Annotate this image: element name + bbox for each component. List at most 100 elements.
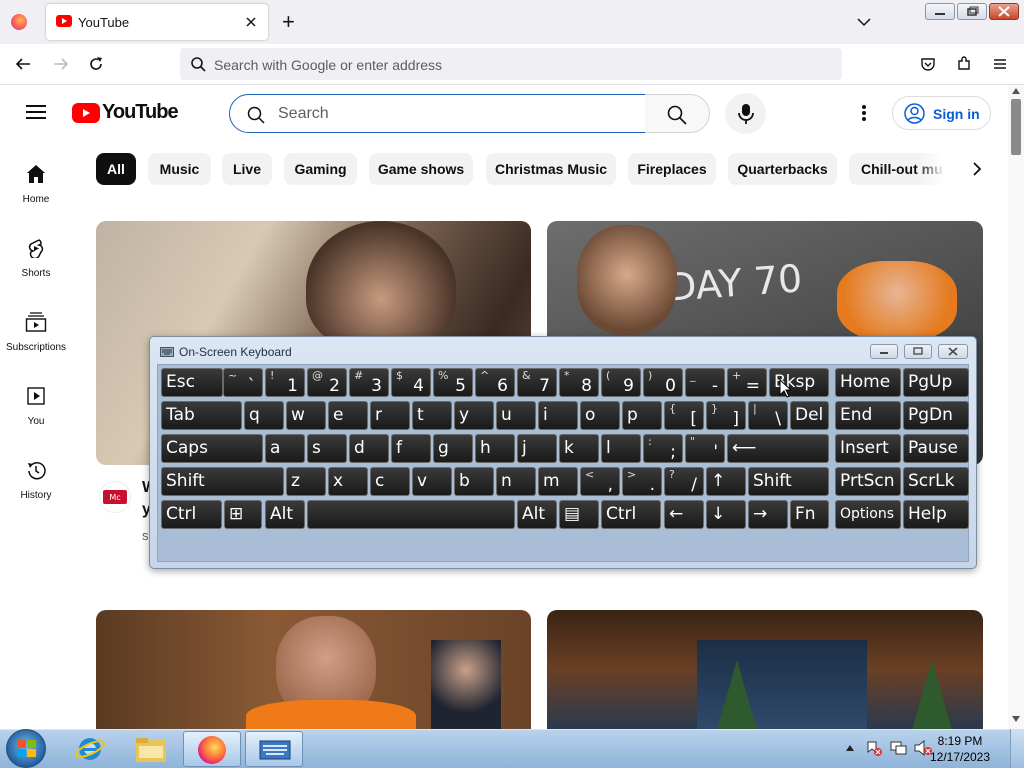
hamburger-menu-icon[interactable] (992, 57, 1008, 71)
osk-key-5[interactable]: % 5 (433, 368, 473, 397)
chip-gaming[interactable]: Gaming (284, 153, 357, 185)
osk-key-home[interactable]: Home (835, 368, 901, 397)
osk-key-e[interactable]: e (328, 401, 368, 430)
osk-key-8[interactable]: * 8 (559, 368, 599, 397)
osk-key-pgdn[interactable]: PgDn (903, 401, 969, 430)
osk-key-z[interactable]: z (286, 467, 326, 496)
osk-key-a[interactable]: a (265, 434, 305, 463)
osk-key-x[interactable]: x (328, 467, 368, 496)
osk-key-`[interactable]: ~ ` (223, 368, 263, 397)
minimize-button[interactable] (925, 3, 955, 20)
osk-key-p[interactable]: p (622, 401, 662, 430)
start-button[interactable] (6, 729, 46, 768)
osk-key-scrlk[interactable]: ScrLk (903, 467, 969, 496)
osk-key-pause[interactable]: Pause (903, 434, 969, 463)
sign-in-button[interactable]: Sign in (892, 96, 991, 130)
osk-key-b[interactable]: b (454, 467, 494, 496)
osk-key-r[interactable]: r (370, 401, 410, 430)
settings-more-icon[interactable] (861, 104, 867, 122)
sidebar-item-history[interactable]: History (0, 456, 72, 506)
osk-key-▤[interactable]: ▤ (559, 500, 599, 529)
osk-key-i[interactable]: i (538, 401, 578, 430)
osk-key-;[interactable]: :; (643, 434, 683, 463)
osk-key-alt[interactable]: Alt (265, 500, 305, 529)
osk-key-][interactable]: }] (706, 401, 746, 430)
back-icon[interactable] (14, 56, 32, 72)
osk-key-t[interactable]: t (412, 401, 452, 430)
osk-key-tab[interactable]: Tab (161, 401, 242, 430)
close-window-button[interactable] (989, 3, 1019, 20)
restore-button[interactable] (957, 3, 987, 20)
video-thumbnail-4[interactable] (547, 610, 983, 729)
osk-key-↑[interactable]: ↑ (706, 467, 746, 496)
osk-key-g[interactable]: g (433, 434, 473, 463)
osk-key-w[interactable]: w (286, 401, 326, 430)
reload-icon[interactable] (87, 55, 105, 73)
osk-key-←[interactable]: ← (664, 500, 704, 529)
sidebar-item-shorts[interactable]: Shorts (0, 234, 72, 284)
sidebar-item-subscriptions[interactable]: Subscriptions (0, 308, 72, 358)
osk-key-4[interactable]: $4 (391, 368, 431, 397)
osk-key-o[interactable]: o (580, 401, 620, 430)
osk-key-/[interactable]: ? / (664, 467, 704, 496)
youtube-search-button[interactable] (645, 94, 710, 133)
osk-key-k[interactable]: k (559, 434, 599, 463)
osk-key-v[interactable]: v (412, 467, 452, 496)
chip-christmas-music[interactable]: Christmas Music (486, 153, 616, 185)
osk-key-l[interactable]: l (601, 434, 641, 463)
osk-key-d[interactable]: d (349, 434, 389, 463)
osk-key-caps[interactable]: Caps (161, 434, 263, 463)
voice-search-button[interactable] (725, 93, 766, 134)
extensions-icon[interactable] (956, 56, 972, 72)
chip-quarterbacks[interactable]: Quarterbacks (728, 153, 837, 185)
osk-key-c[interactable]: c (370, 467, 410, 496)
youtube-logo[interactable]: YouTube (72, 101, 179, 125)
osk-key-0[interactable]: ) 0 (643, 368, 683, 397)
page-scrollbar[interactable] (1008, 85, 1024, 729)
osk-key-2[interactable]: @2 (307, 368, 347, 397)
chip-chill-out-music[interactable]: Chill-out mu (849, 153, 945, 185)
taskbar-on-screen-keyboard[interactable] (245, 731, 303, 767)
network-icon[interactable] (890, 740, 908, 756)
osk-key-shift[interactable]: Shift (748, 467, 829, 496)
osk-key-ctrl[interactable]: Ctrl (601, 500, 661, 529)
channel-avatar[interactable]: Mc (99, 481, 131, 513)
scroll-down-icon[interactable] (1011, 715, 1021, 723)
osk-key-f[interactable]: f (391, 434, 431, 463)
guide-menu-icon[interactable] (26, 104, 46, 120)
osk-key-esc[interactable]: Esc (161, 368, 223, 397)
osk-key-q[interactable]: q (244, 401, 284, 430)
close-tab-icon[interactable] (244, 15, 258, 29)
taskbar-internet-explorer[interactable] (61, 731, 119, 767)
chevron-right-icon[interactable] (972, 161, 982, 177)
chip-all[interactable]: All (96, 153, 136, 185)
new-tab-button[interactable]: + (282, 9, 295, 35)
sidebar-item-you[interactable]: You (0, 382, 72, 432)
osk-key-⊞[interactable]: ⊞ (224, 500, 262, 529)
taskbar-file-explorer[interactable] (122, 731, 180, 767)
osk-key-ctrl[interactable]: Ctrl (161, 500, 222, 529)
action-center-icon[interactable] (866, 740, 882, 756)
scroll-up-icon[interactable] (1011, 87, 1021, 95)
osk-key-→[interactable]: → (748, 500, 788, 529)
osk-close-button[interactable] (938, 344, 968, 359)
osk-key-insert[interactable]: Insert (835, 434, 901, 463)
osk-key-help[interactable]: Help (903, 500, 969, 529)
address-bar[interactable]: Search with Google or enter address (180, 48, 842, 80)
tab-youtube[interactable]: YouTube (46, 4, 268, 40)
osk-key-'[interactable]: " ' (685, 434, 725, 463)
list-all-tabs-icon[interactable] (856, 14, 872, 30)
osk-key-space[interactable] (307, 500, 515, 529)
osk-key-1[interactable]: ! 1 (265, 368, 305, 397)
osk-key-del[interactable]: Del (790, 401, 829, 430)
osk-key-prtscn[interactable]: PrtScn (835, 467, 901, 496)
osk-key-\[interactable]: | \ (748, 401, 788, 430)
chip-fireplaces[interactable]: Fireplaces (628, 153, 716, 185)
osk-key--[interactable]: _ - (685, 368, 725, 397)
osk-key-options[interactable]: Options (835, 500, 901, 529)
osk-key-end[interactable]: End (835, 401, 901, 430)
taskbar-firefox[interactable] (183, 731, 241, 767)
scrollbar-thumb[interactable] (1011, 99, 1021, 155)
osk-key-6[interactable]: ^ 6 (475, 368, 515, 397)
osk-minimize-button[interactable] (870, 344, 898, 359)
